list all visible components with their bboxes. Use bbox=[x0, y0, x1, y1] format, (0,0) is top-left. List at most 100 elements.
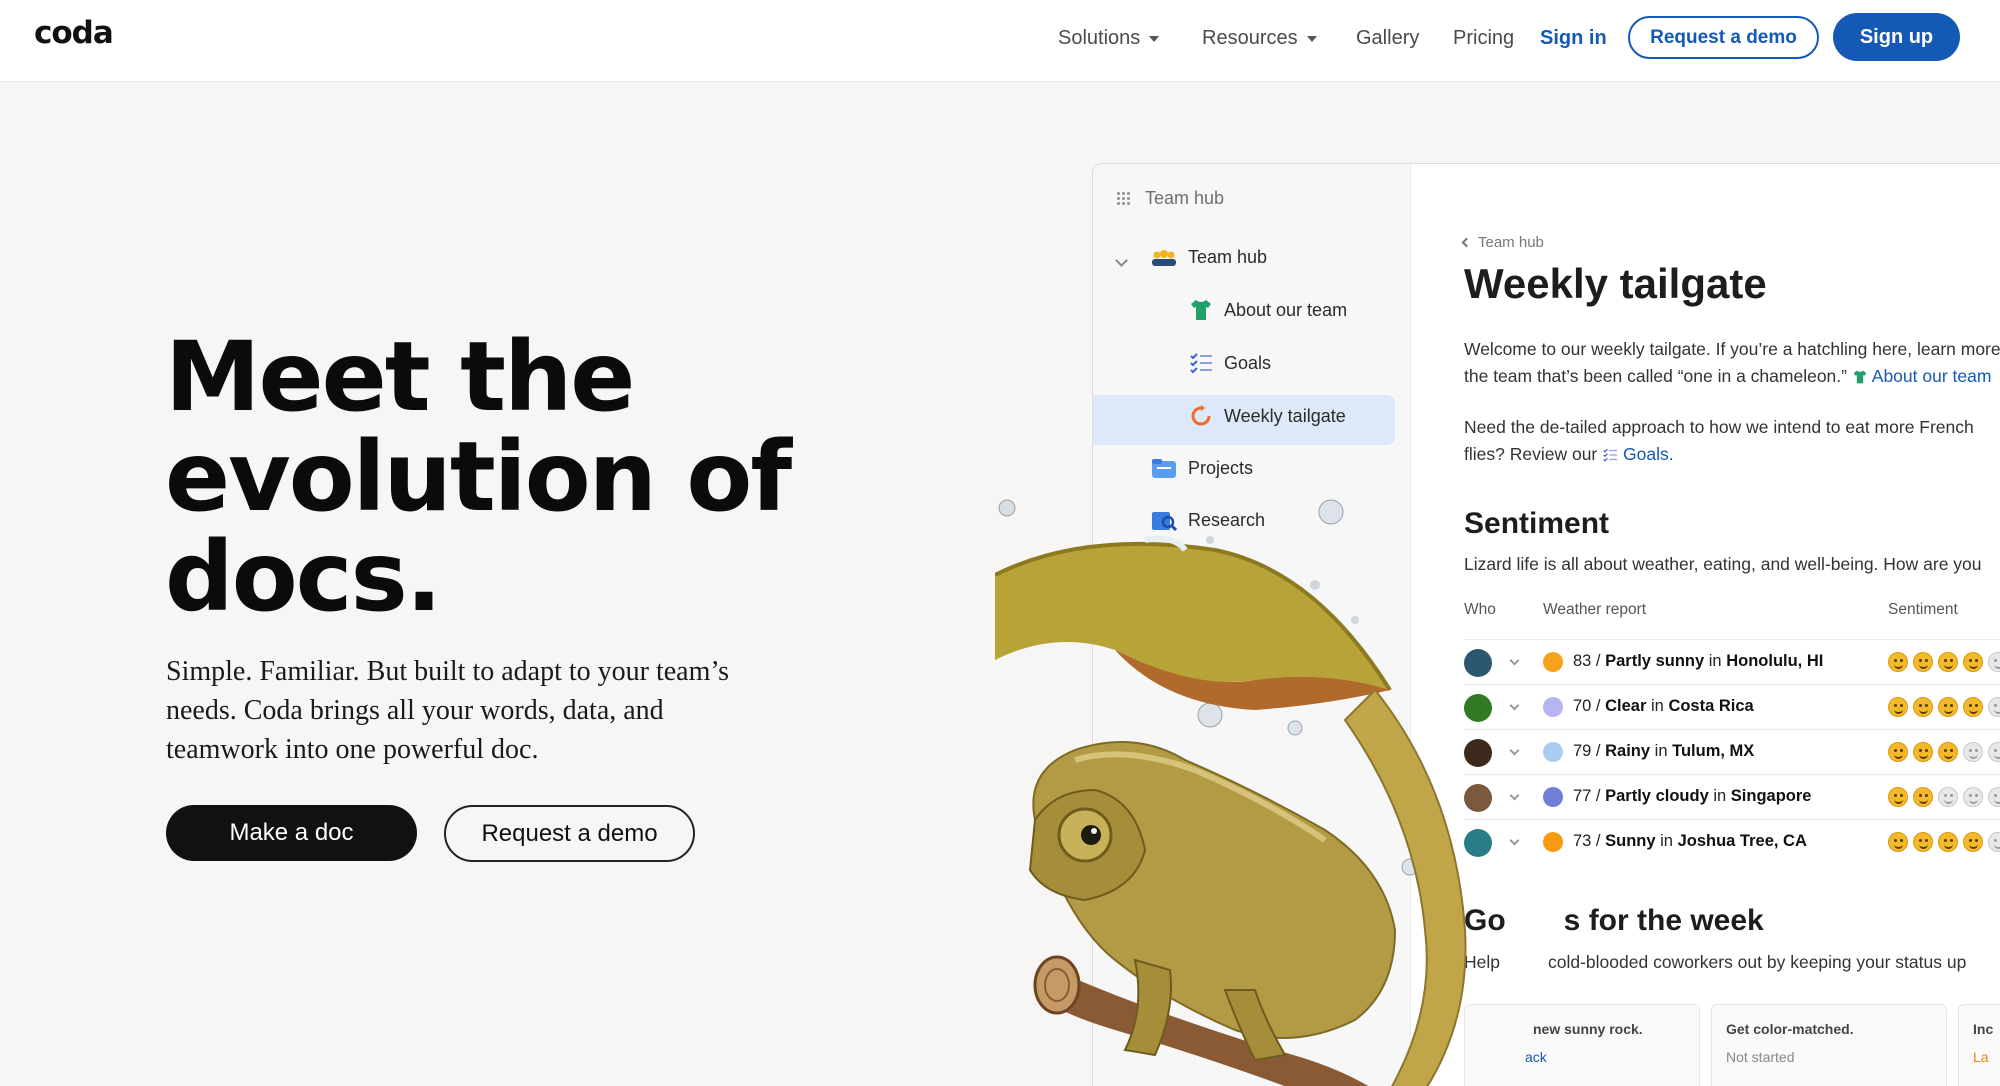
shirt-icon bbox=[1853, 370, 1867, 384]
emoji-face-icon bbox=[1913, 697, 1933, 717]
goal-card[interactable]: Get color-matched. Not started bbox=[1711, 1004, 1947, 1086]
emoji-face-icon bbox=[1988, 787, 2000, 807]
sidebar-item-label: Team hub bbox=[1188, 247, 1268, 267]
column-header-sentiment[interactable]: Sentiment bbox=[1888, 601, 1958, 619]
goals-line-text: flies? Review our bbox=[1464, 444, 1598, 464]
emoji-face-icon bbox=[1963, 652, 1983, 672]
emoji-face-icon bbox=[1938, 742, 1958, 762]
goal-card-title: Inc bbox=[1973, 1021, 1994, 1037]
sidebar-item-about-our-team[interactable]: About our team bbox=[1189, 299, 1347, 321]
emoji-face-icon bbox=[1938, 832, 1958, 852]
hero-title: Meet the evolution of docs. bbox=[165, 327, 805, 627]
weather-report: 73 / Sunny in Joshua Tree, CA bbox=[1573, 832, 1807, 850]
shirt-icon bbox=[1191, 300, 1211, 320]
chevron-down-icon[interactable] bbox=[1115, 254, 1128, 267]
sentiment-rating[interactable] bbox=[1888, 787, 2000, 807]
goal-card-title: Get color-matched. bbox=[1726, 1021, 1854, 1037]
make-a-doc-button[interactable]: Make a doc bbox=[166, 805, 417, 861]
hero-subtitle-line: teamwork into one powerful doc. bbox=[166, 734, 539, 765]
top-navigation: coda Solutions Resources Gallery Pricing… bbox=[0, 0, 2000, 82]
goal-card[interactable]: Inc La bbox=[1958, 1004, 2000, 1086]
emoji-face-icon bbox=[1938, 652, 1958, 672]
caret-down-icon bbox=[1306, 35, 1317, 42]
sidebar-item-label: About our team bbox=[1224, 299, 1348, 320]
refresh-cycle-icon bbox=[1191, 405, 1211, 426]
grid-icon bbox=[1117, 191, 1131, 206]
sign-in-link[interactable]: Sign in bbox=[1540, 27, 1607, 50]
emoji-face-icon bbox=[1913, 652, 1933, 672]
emoji-face-icon bbox=[1988, 652, 2000, 672]
folder-icon bbox=[1152, 459, 1176, 478]
intro-paragraph: Welcome to our weekly tailgate. If you’r… bbox=[1464, 336, 2000, 390]
intro-line-text: the team that’s been called “one in a ch… bbox=[1464, 366, 1847, 386]
hero-title-line: Meet the bbox=[165, 321, 635, 433]
nav-resources[interactable]: Resources bbox=[1202, 27, 1317, 50]
goals-desc-part: cold-blooded coworkers out by keeping yo… bbox=[1548, 952, 1967, 972]
caret-down-icon bbox=[1149, 35, 1160, 42]
hero-subtitle-line: Simple. Familiar. But built to adapt to … bbox=[166, 656, 730, 687]
weather-report: 77 / Partly cloudy in Singapore bbox=[1573, 787, 1812, 805]
nav-resources-label: Resources bbox=[1202, 27, 1298, 49]
team-people-icon bbox=[1152, 249, 1176, 266]
sidebar-item-goals[interactable]: Goals bbox=[1189, 352, 1271, 374]
chevron-left-icon bbox=[1461, 237, 1472, 248]
emoji-face-icon bbox=[1913, 832, 1933, 852]
goals-paragraph: Need the de-tailed approach to how we in… bbox=[1464, 414, 1974, 468]
sidebar-item-label: Projects bbox=[1188, 457, 1254, 478]
sidebar-item-label: Weekly tailgate bbox=[1224, 405, 1346, 426]
goals-link-label: Goals. bbox=[1623, 444, 1674, 464]
nav-solutions[interactable]: Solutions bbox=[1058, 27, 1160, 50]
emoji-face-icon bbox=[1888, 832, 1908, 852]
sidebar-item-weekly-tailgate[interactable]: Weekly tailgate bbox=[1189, 404, 1346, 428]
emoji-face-icon bbox=[1988, 742, 2000, 762]
about-team-link[interactable]: About our team bbox=[1852, 366, 1992, 386]
sidebar-item-team-hub[interactable]: Team hub bbox=[1151, 247, 1267, 268]
emoji-face-icon bbox=[1913, 787, 1933, 807]
about-team-link-label: About our team bbox=[1871, 366, 1992, 386]
breadcrumb[interactable]: Team hub bbox=[1461, 234, 1544, 251]
chameleon-illustration bbox=[995, 499, 1467, 1086]
emoji-face-icon bbox=[1888, 742, 1908, 762]
hero-request-demo-button[interactable]: Request a demo bbox=[444, 805, 695, 862]
emoji-face-icon bbox=[1938, 787, 1958, 807]
emoji-face-icon bbox=[1888, 697, 1908, 717]
emoji-face-icon bbox=[1888, 787, 1908, 807]
weather-report: 83 / Partly sunny in Honolulu, HI bbox=[1573, 652, 1824, 670]
sentiment-rating[interactable] bbox=[1888, 742, 2000, 762]
nav-pricing[interactable]: Pricing bbox=[1453, 27, 1514, 50]
nav-gallery[interactable]: Gallery bbox=[1356, 27, 1419, 50]
goals-line: Need the de-tailed approach to how we in… bbox=[1464, 417, 1974, 437]
sentiment-rating[interactable] bbox=[1888, 832, 2000, 852]
checklist-icon bbox=[1603, 448, 1618, 462]
hero-subtitle-line: needs. Coda brings all your words, data,… bbox=[166, 695, 664, 726]
sentiment-rating[interactable] bbox=[1888, 652, 2000, 672]
goal-card-status: Not started bbox=[1726, 1049, 1795, 1065]
sidebar-header[interactable]: Team hub bbox=[1117, 188, 1224, 209]
sign-up-button[interactable]: Sign up bbox=[1833, 13, 1960, 61]
sidebar-item-label: Goals bbox=[1224, 352, 1272, 373]
emoji-face-icon bbox=[1963, 697, 1983, 717]
sentiment-rating[interactable] bbox=[1888, 697, 2000, 717]
weather-report: 70 / Clear in Costa Rica bbox=[1573, 697, 1754, 715]
emoji-face-icon bbox=[1888, 652, 1908, 672]
goals-link[interactable]: Goals. bbox=[1602, 444, 1674, 464]
sidebar-header-label: Team hub bbox=[1145, 188, 1225, 208]
intro-line: the team that’s been called “one in a ch… bbox=[1464, 363, 2000, 390]
breadcrumb-label: Team hub bbox=[1478, 234, 1544, 251]
nav-solutions-label: Solutions bbox=[1058, 27, 1141, 49]
emoji-face-icon bbox=[1963, 832, 1983, 852]
emoji-face-icon bbox=[1988, 832, 2000, 852]
emoji-face-icon bbox=[1963, 742, 1983, 762]
hero-title-line: docs. bbox=[165, 521, 442, 633]
hero-subtitle: Simple. Familiar. But built to adapt to … bbox=[166, 652, 766, 769]
request-demo-button[interactable]: Request a demo bbox=[1628, 16, 1819, 59]
emoji-face-icon bbox=[1913, 742, 1933, 762]
doc-title: Weekly tailgate bbox=[1464, 260, 1767, 307]
goal-card-status: La bbox=[1973, 1049, 1989, 1065]
sidebar-item-projects[interactable]: Projects bbox=[1151, 457, 1253, 479]
checklist-icon bbox=[1190, 353, 1212, 374]
coda-logo[interactable]: coda bbox=[34, 15, 114, 51]
goals-line: flies? Review our Goals. bbox=[1464, 441, 1974, 468]
goals-heading-part: s for the week bbox=[1563, 904, 1764, 937]
intro-line: Welcome to our weekly tailgate. If you’r… bbox=[1464, 339, 2000, 359]
